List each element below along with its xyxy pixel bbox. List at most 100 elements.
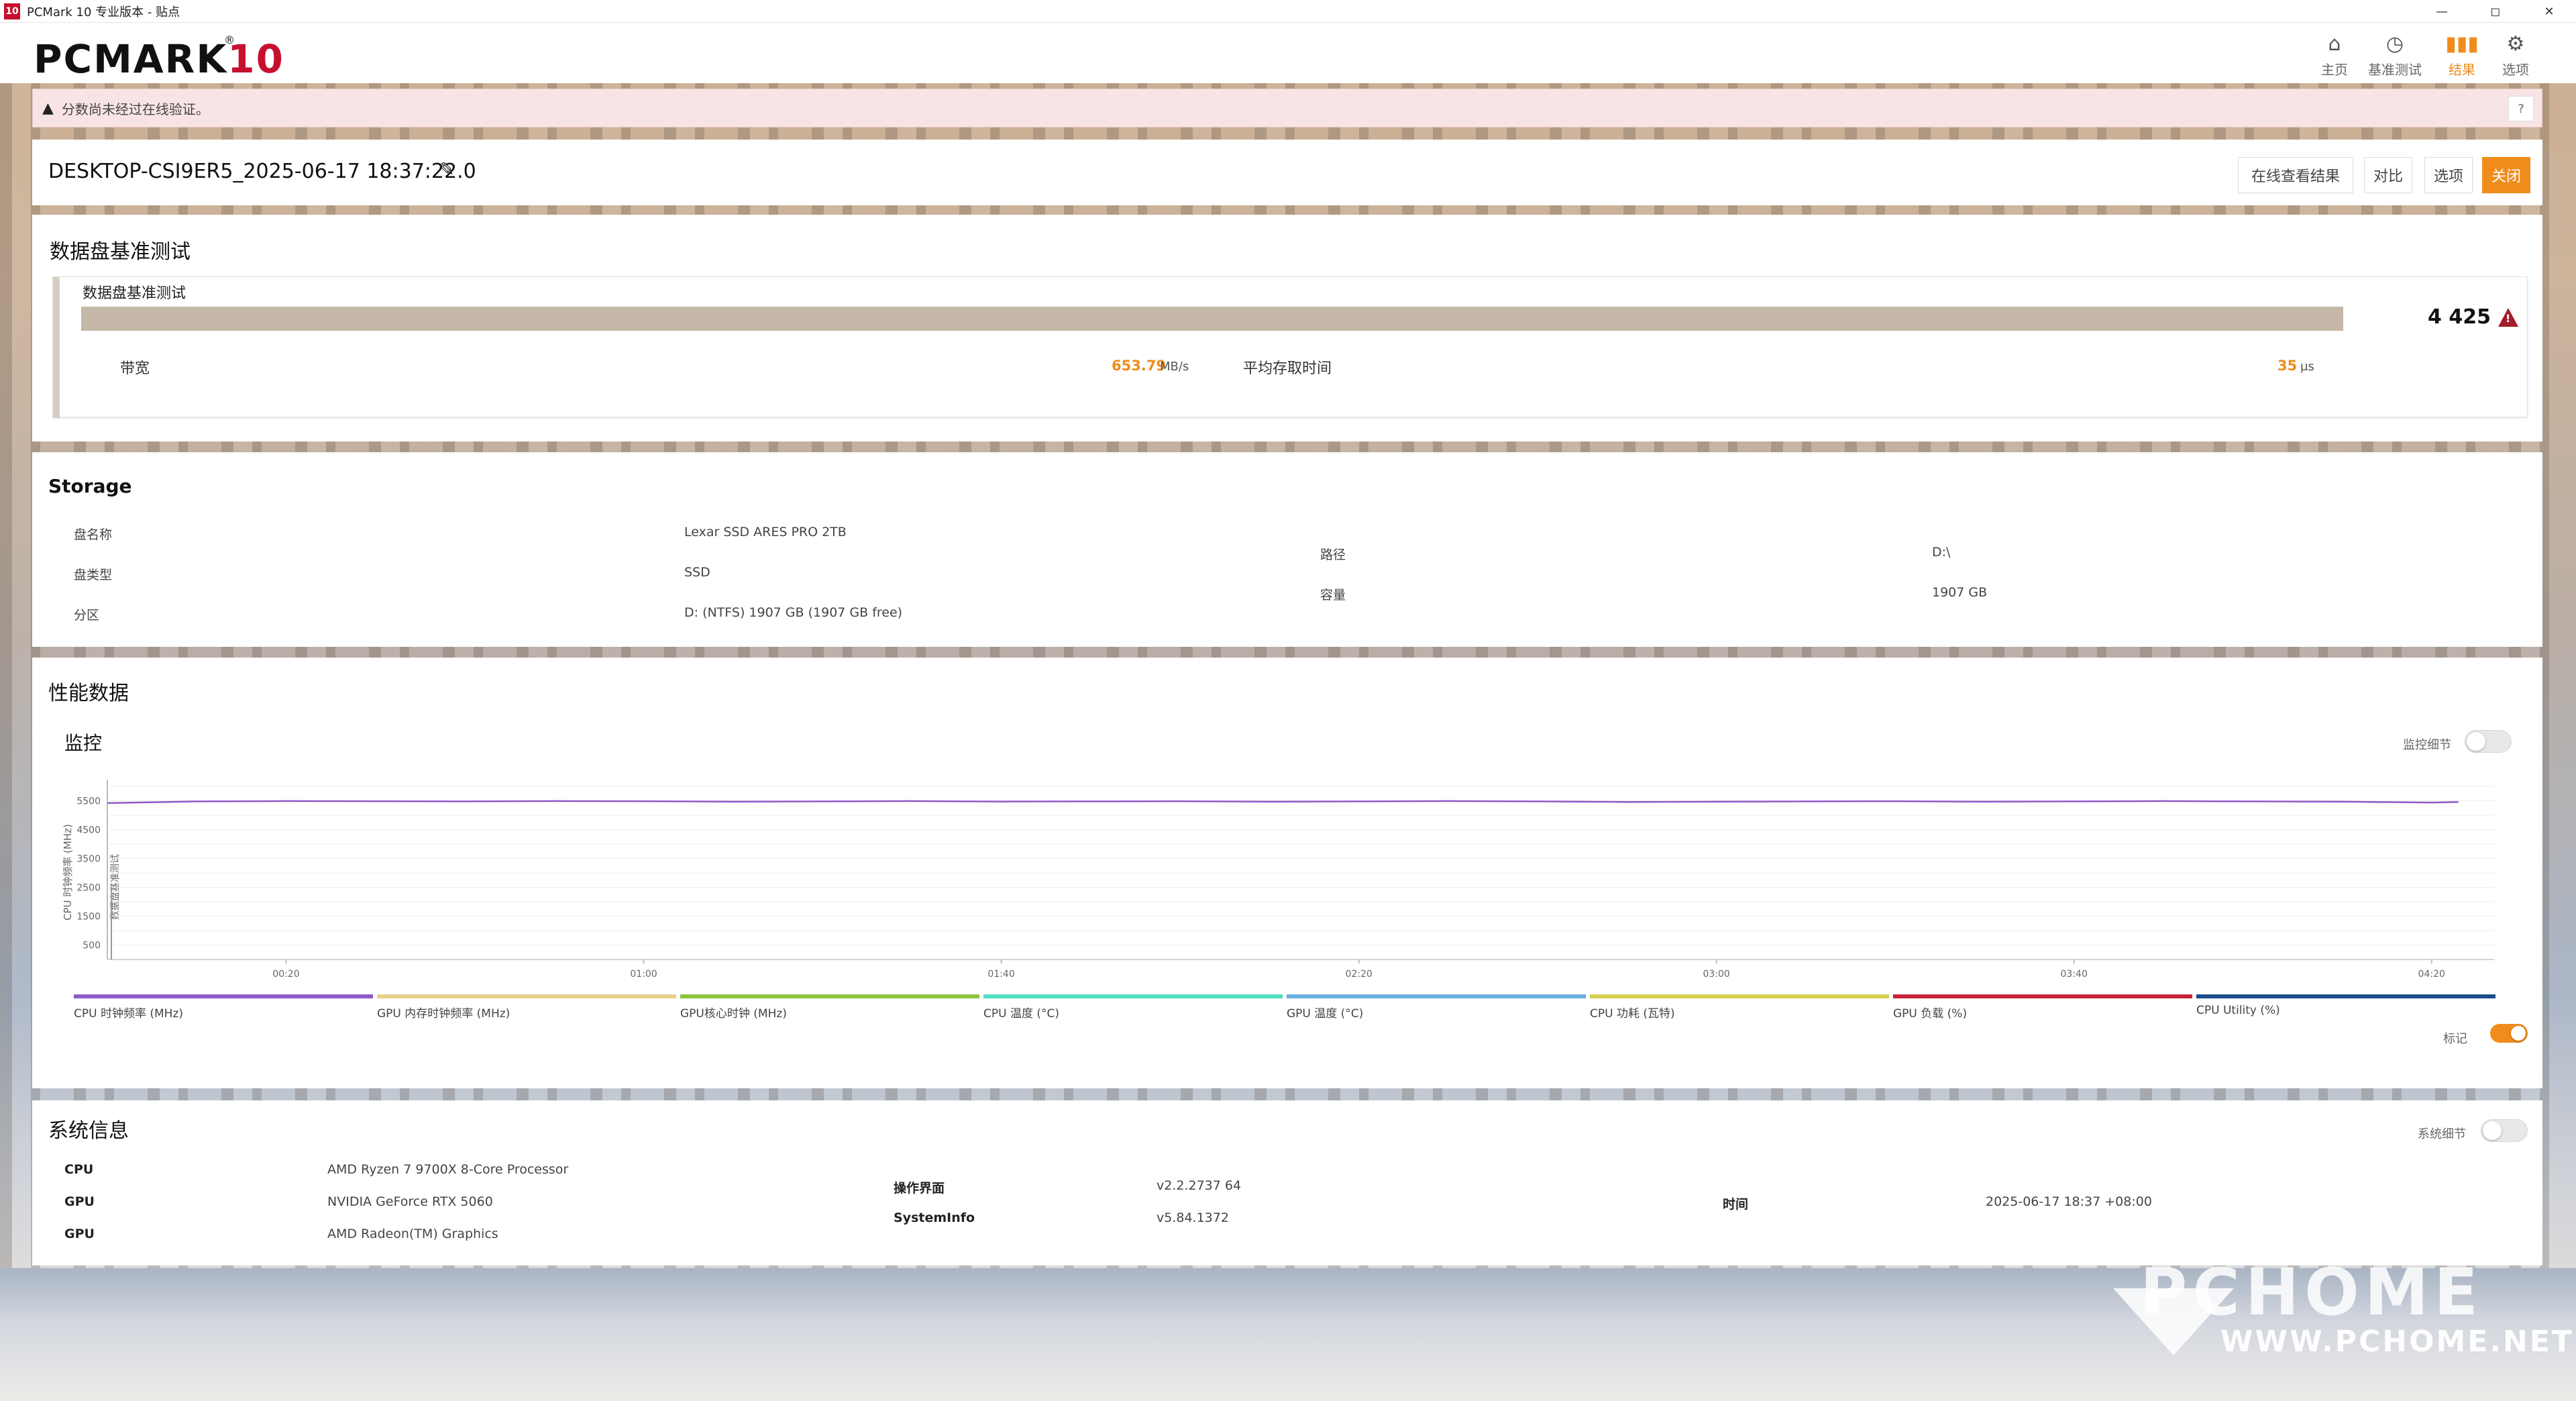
benchmark-section-title: 数据盘基准测试 — [50, 240, 191, 264]
close-window-button[interactable]: ✕ — [2522, 0, 2576, 23]
system-detail-toggle[interactable] — [2481, 1119, 2528, 1142]
performance-panel: 性能数据 监控 监控细节 标记 — [32, 658, 2542, 1088]
systeminfo-label: SystemInfo — [894, 1210, 975, 1225]
watermark-url: WWW.PCHOME.NET — [2220, 1325, 2574, 1359]
logo-reg-mark: ® — [224, 34, 237, 46]
capacity-value: 1907 GB — [1932, 585, 1988, 600]
cpu-label: CPU — [64, 1162, 94, 1177]
nav-options[interactable]: ⚙ 选项 — [2489, 28, 2542, 82]
time-label: 时间 — [1723, 1197, 1749, 1212]
app-header: PCMARK10 ® ⌂ 主页 ◷ 基准测试 ▮▮▮ 结果 ⚙ 选项 — [0, 23, 2576, 83]
nav-home-label: 主页 — [2321, 61, 2348, 78]
nav-benchmarks-label: 基准测试 — [2368, 61, 2422, 78]
latency-label: 平均存取时间 — [1243, 360, 1332, 377]
score-warning-icon: ! — [2498, 308, 2518, 327]
window-title: PCMark 10 专业版本 - 贴点 — [27, 5, 180, 19]
system-detail-label: 系统细节 — [2418, 1127, 2466, 1141]
drive-name-value: Lexar SSD ARES PRO 2TB — [684, 525, 847, 539]
benchmark-card: 数据盘基准测试 4 425 ! 带宽 653.79 MB/s 平均存取时间 35… — [52, 276, 2528, 418]
nav-benchmarks[interactable]: ◷ 基准测试 — [2361, 28, 2428, 82]
bandwidth-value: 653.79 — [1112, 358, 1167, 374]
pcmark-logo: PCMARK10 ® — [34, 34, 284, 82]
gear-icon: ⚙ — [2506, 32, 2525, 56]
monitor-detail-toggle[interactable] — [2465, 730, 2512, 753]
score-bar — [81, 307, 2343, 331]
legend-label: GPU核心时钟 (MHz) — [680, 1007, 787, 1021]
legend-swatch — [983, 994, 1283, 998]
home-icon: ⌂ — [2328, 32, 2341, 56]
nav-results-label: 结果 — [2449, 61, 2475, 78]
nav-options-label: 选项 — [2502, 61, 2529, 78]
bandwidth-unit: MB/s — [1160, 360, 1189, 374]
sysinfo-title: 系统信息 — [48, 1119, 129, 1143]
capacity-label: 容量 — [1320, 588, 1346, 603]
partition-value: D: (NTFS) 1907 GB (1907 GB free) — [684, 605, 903, 620]
toggle-knob — [2511, 1026, 2526, 1041]
benchmark-test-name: 数据盘基准测试 — [83, 285, 186, 302]
close-result-button[interactable]: 关闭 — [2482, 157, 2530, 193]
marker-label: 标记 — [2443, 1032, 2467, 1046]
nav-home[interactable]: ⌂ 主页 — [2308, 28, 2361, 82]
legend-label: GPU 负载 (%) — [1893, 1007, 1968, 1021]
monitor-detail-label: 监控细节 — [2403, 738, 2451, 752]
compare-button[interactable]: 对比 — [2364, 157, 2412, 193]
gpu-value: NVIDIA GeForce RTX 5060 — [327, 1194, 493, 1209]
legend-swatch — [1893, 994, 2192, 998]
toggle-knob — [2483, 1121, 2502, 1140]
storage-title: Storage — [48, 475, 132, 497]
legend-label: GPU 温度 (°C) — [1287, 1007, 1364, 1021]
benchmark-icon: ◷ — [2385, 32, 2404, 56]
path-label: 路径 — [1320, 548, 1346, 562]
performance-title: 性能数据 — [48, 682, 129, 705]
nav-results[interactable]: ▮▮▮ 结果 — [2435, 28, 2489, 82]
drive-type-label: 盘类型 — [74, 568, 113, 582]
minimize-button[interactable]: — — [2415, 0, 2469, 23]
watermark-big-text: PCHOME — [2140, 1255, 2483, 1330]
gpu2-label: GPU — [64, 1227, 95, 1241]
benchmark-card-accent — [53, 277, 60, 418]
warning-text: 分数尚未经过在线验证。 — [61, 101, 209, 117]
cpu-value: AMD Ryzen 7 9700X 8-Core Processor — [327, 1162, 569, 1177]
drive-name-label: 盘名称 — [74, 527, 113, 542]
pchome-watermark: PCHOME WWW.PCHOME.NET — [2093, 1255, 2572, 1369]
legend-label: CPU 功耗 (瓦特) — [1590, 1007, 1675, 1021]
legend-label: CPU 温度 (°C) — [983, 1007, 1060, 1021]
legend-swatch — [377, 994, 676, 998]
logo-text: PCMARK — [34, 36, 228, 82]
window-titlebar: 10 PCMark 10 专业版本 - 贴点 — ◻ ✕ — [0, 0, 2576, 23]
help-button[interactable]: ? — [2508, 96, 2534, 121]
legend-swatch — [680, 994, 979, 998]
partition-label: 分区 — [74, 608, 100, 623]
result-header: DESKTOP-CSI9ER5_2025-06-17 18:37:22.0 ✎ … — [32, 140, 2542, 205]
path-value: D:\ — [1932, 545, 1951, 560]
legend-swatch — [74, 994, 373, 998]
legend-swatch — [1287, 994, 1586, 998]
view-online-button[interactable]: 在线查看结果 — [2238, 157, 2353, 193]
legend-label: CPU 时钟频率 (MHz) — [74, 1007, 184, 1021]
benchmark-score: 4 425 — [2428, 305, 2491, 329]
bandwidth-label: 带宽 — [120, 360, 150, 377]
gpu2-value: AMD Radeon(TM) Graphics — [327, 1227, 498, 1241]
legend-swatch — [2196, 994, 2496, 998]
validation-warning: ▲ 分数尚未经过在线验证。 ? — [32, 89, 2542, 127]
legend-label: CPU Utility (%) — [2196, 1004, 2280, 1017]
results-icon: ▮▮▮ — [2445, 32, 2479, 56]
monitor-title: 监控 — [64, 732, 103, 754]
app-icon: 10 — [4, 3, 20, 19]
ui-version-value: v2.2.2737 64 — [1157, 1178, 1242, 1193]
legend-label: GPU 内存时钟频率 (MHz) — [377, 1007, 511, 1021]
options-button[interactable]: 选项 — [2424, 157, 2473, 193]
gpu-label: GPU — [64, 1194, 95, 1209]
time-value: 2025-06-17 18:37 +08:00 — [1986, 1194, 2152, 1209]
latency-unit: μs — [2300, 360, 2314, 374]
drive-type-value: SSD — [684, 565, 710, 580]
warning-icon: ▲ — [42, 99, 54, 117]
ui-version-label: 操作界面 — [894, 1181, 945, 1196]
maximize-button[interactable]: ◻ — [2469, 0, 2522, 23]
marker-toggle[interactable] — [2490, 1024, 2528, 1043]
sysinfo-panel: 系统信息 系统细节 CPU AMD Ryzen 7 9700X 8-Core P… — [32, 1100, 2542, 1265]
latency-value: 35 — [2277, 358, 2298, 374]
storage-panel: Storage 盘名称 Lexar SSD ARES PRO 2TB 盘类型 S… — [32, 452, 2542, 647]
edit-name-icon[interactable]: ✎ — [439, 158, 454, 180]
result-title: DESKTOP-CSI9ER5_2025-06-17 18:37:22.0 — [48, 160, 476, 183]
